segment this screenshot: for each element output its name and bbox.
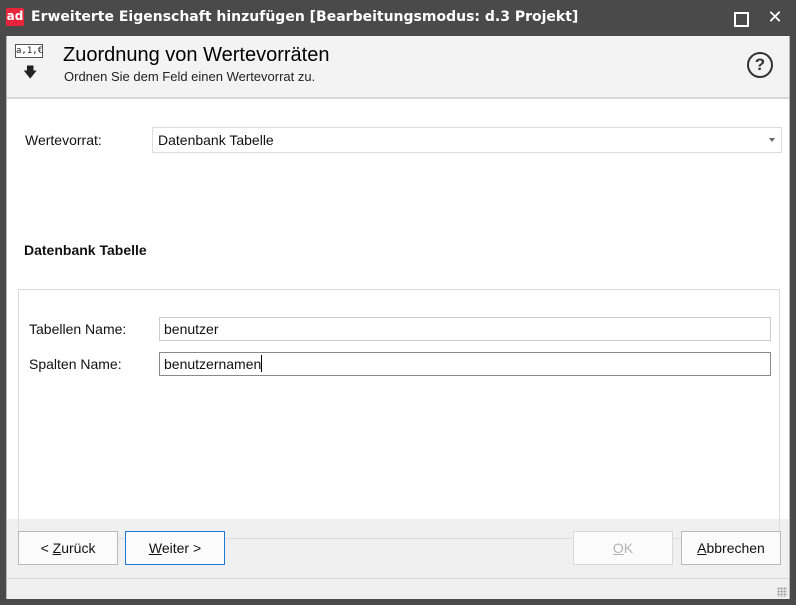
cancel-button[interactable]: Abbrechen (681, 531, 781, 565)
dialog-client-area: a,1,€ 🡇 Zuordnung von Wertevorräten Ordn… (6, 36, 790, 599)
back-button-mnemonic: Z (52, 540, 62, 556)
wizard-content: Wertevorrat: Datenbank Tabelle Datenbank… (7, 99, 789, 539)
page-title: Zuordnung von Wertevorräten (63, 44, 330, 66)
chevron-down-icon (769, 138, 775, 142)
app-logo-icon: ad (6, 8, 24, 26)
next-button-mnemonic: W (148, 540, 162, 556)
tabellen-name-value: benutzer (164, 321, 219, 337)
next-button-label: eiter > (161, 540, 202, 556)
tabellen-name-label: Tabellen Name: (29, 321, 127, 337)
spalten-name-label: Spalten Name: (29, 356, 122, 372)
tabellen-name-input[interactable]: benutzer (159, 317, 771, 341)
close-icon: ✕ (767, 7, 783, 28)
wertevorrat-dropdown[interactable]: Datenbank Tabelle (152, 127, 782, 153)
maximize-button[interactable] (727, 6, 753, 30)
spalten-name-input[interactable]: benutzernamen (159, 352, 771, 376)
help-icon[interactable]: ? (747, 52, 773, 78)
wertevorrat-selected-value: Datenbank Tabelle (158, 132, 274, 148)
ok-button-mnemonic: O (612, 540, 624, 556)
text-caret (261, 355, 263, 372)
cancel-button-label: bbrechen (706, 540, 765, 556)
close-button[interactable]: ✕ (762, 6, 788, 30)
group-title: Datenbank Tabelle (22, 242, 149, 258)
wizard-header: a,1,€ 🡇 Zuordnung von Wertevorräten Ordn… (7, 36, 789, 99)
spalten-name-value: benutzernamen (164, 356, 262, 372)
window-title: Erweiterte Eigenschaft hinzufügen [Bearb… (31, 9, 579, 25)
back-button-label: urück (61, 540, 96, 556)
status-bar (7, 578, 789, 599)
title-bar: ad Erweiterte Eigenschaft hinzufügen [Be… (0, 0, 796, 36)
page-subtitle: Ordnen Sie dem Feld einen Wertevorrat zu… (64, 69, 316, 84)
resize-grip-icon[interactable] (777, 587, 787, 597)
ok-button[interactable]: OK (573, 531, 673, 565)
back-button[interactable]: < Zurück (18, 531, 118, 565)
next-button[interactable]: Weiter > (125, 531, 225, 565)
value-list-icon: a,1,€ 🡇 (15, 44, 43, 82)
ok-button-label: K (623, 540, 634, 556)
value-list-icon-box: a,1,€ (15, 44, 44, 58)
arrow-down-icon: 🡇 (23, 65, 38, 81)
back-button-prefix: < (40, 540, 53, 556)
wertevorrat-label: Wertevorrat: (25, 132, 102, 148)
